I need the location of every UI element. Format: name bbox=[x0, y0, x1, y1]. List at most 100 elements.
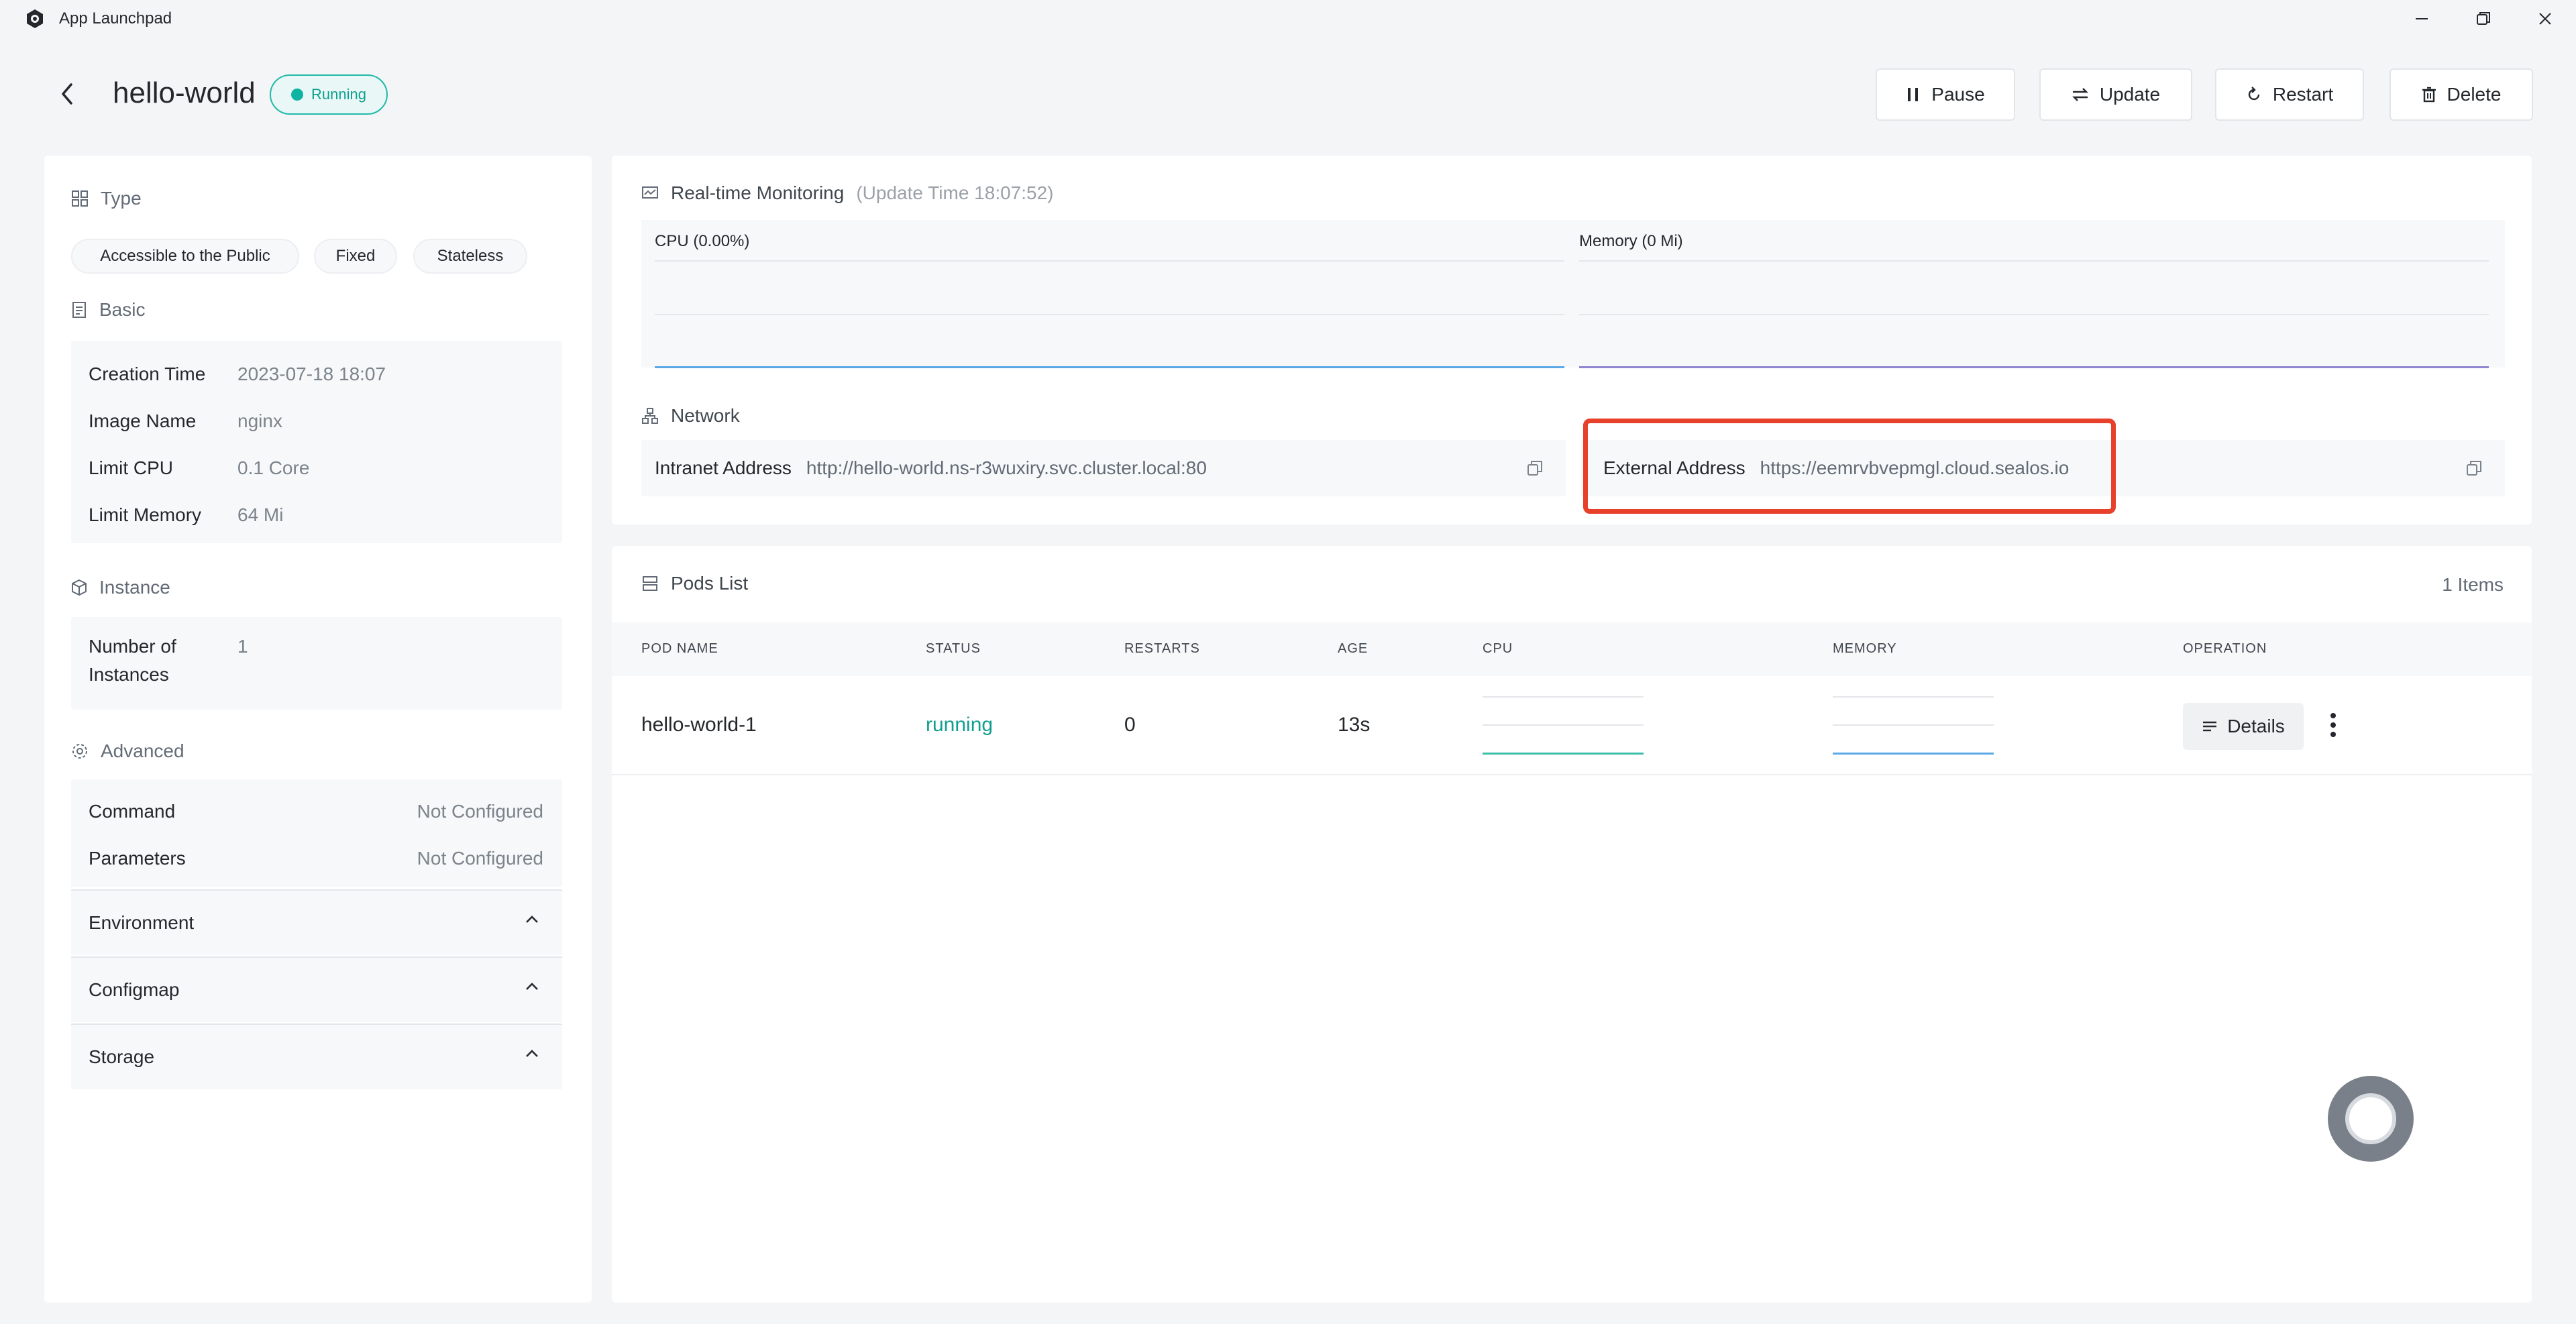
details-lines-icon bbox=[2203, 721, 2217, 732]
col-cpu: CPU bbox=[1483, 641, 1513, 656]
instance-info-box: Number of Instances 1 bbox=[71, 617, 562, 710]
number-of-instances-label-line1: Number of bbox=[89, 636, 176, 657]
pod-restarts-cell: 0 bbox=[1124, 714, 1136, 736]
limit-memory-label: Limit Memory bbox=[89, 504, 202, 525]
gear-icon bbox=[72, 744, 87, 759]
intranet-address-value[interactable]: http://hello-world.ns-r3wuxiry.svc.clust… bbox=[806, 457, 1207, 479]
pod-details-button-label: Details bbox=[2227, 716, 2285, 736]
network-icon bbox=[642, 408, 658, 424]
limit-cpu-value: 0.1 Core bbox=[237, 457, 310, 478]
number-of-instances-value: 1 bbox=[237, 636, 248, 657]
instance-section-title: Instance bbox=[71, 577, 170, 598]
intranet-address-row: Intranet Address http://hello-world.ns-r… bbox=[641, 440, 1566, 496]
col-restarts: RESTARTS bbox=[1124, 641, 1200, 656]
floating-action-button[interactable] bbox=[2328, 1076, 2414, 1162]
copy-icon[interactable] bbox=[1527, 460, 1543, 476]
pods-count: 1 Items bbox=[2442, 574, 2504, 595]
pod-memory-sparkline bbox=[1833, 753, 1994, 755]
minimize-icon bbox=[2416, 18, 2428, 19]
memory-chart-label: Memory (0 Mi) bbox=[1579, 232, 1683, 250]
pause-icon bbox=[1908, 88, 1919, 101]
advanced-title-label: Advanced bbox=[101, 740, 184, 761]
minimize-button[interactable] bbox=[2391, 0, 2453, 38]
app-header: hello-world Running Pause Update Restart… bbox=[0, 64, 2576, 125]
cpu-usage-line bbox=[655, 366, 1564, 368]
image-name-value: nginx bbox=[237, 410, 282, 431]
more-vertical-icon[interactable] bbox=[2329, 712, 2337, 738]
delete-button[interactable]: Delete bbox=[2390, 68, 2533, 121]
parameters-label: Parameters bbox=[89, 848, 186, 869]
pod-status-cell: running bbox=[926, 714, 994, 736]
pods-table-header: POD NAME STATUS RESTARTS AGE CPU MEMORY … bbox=[612, 622, 2532, 676]
copy-icon[interactable] bbox=[2466, 460, 2482, 476]
image-name-label: Image Name bbox=[89, 410, 197, 431]
number-of-instances-label-line2: Instances bbox=[89, 664, 169, 685]
storage-accordion-label: Storage bbox=[89, 1046, 155, 1067]
environment-accordion-label: Environment bbox=[89, 912, 195, 933]
network-title: Network bbox=[671, 405, 740, 426]
type-chip-public: Accessible to the Public bbox=[71, 239, 299, 274]
chevron-up-icon bbox=[526, 916, 538, 923]
restart-button-label: Restart bbox=[2272, 84, 2334, 105]
type-chip-fixed: Fixed bbox=[314, 239, 397, 274]
pause-button[interactable]: Pause bbox=[1876, 68, 2015, 121]
instance-title-label: Instance bbox=[99, 577, 170, 598]
configmap-accordion[interactable]: Configmap bbox=[71, 956, 562, 1022]
pod-details-button[interactable]: Details bbox=[2183, 703, 2304, 750]
pods-section-title: Pods List bbox=[641, 573, 748, 594]
trash-icon bbox=[2422, 87, 2436, 103]
memory-usage-line bbox=[1579, 366, 2489, 368]
window-title: App Launchpad bbox=[59, 9, 172, 27]
limit-cpu-label: Limit CPU bbox=[89, 457, 174, 478]
update-button[interactable]: Update bbox=[2039, 68, 2192, 121]
command-value: Not Configured bbox=[417, 801, 543, 822]
monitor-chart-area: CPU (0.00%) Memory (0 Mi) bbox=[641, 220, 2505, 368]
floating-circle-icon bbox=[2345, 1093, 2396, 1144]
document-icon bbox=[72, 302, 86, 318]
app-launchpad-icon bbox=[27, 9, 43, 28]
type-section-title: Type bbox=[71, 188, 142, 209]
basic-title-label: Basic bbox=[99, 299, 146, 320]
col-memory: MEMORY bbox=[1833, 641, 1897, 656]
cpu-chart-label: CPU (0.00%) bbox=[655, 232, 750, 250]
monitor-icon bbox=[642, 186, 658, 199]
pods-list-panel: Pods List 1 Items POD NAME STATUS RESTAR… bbox=[612, 546, 2532, 1303]
cube-icon bbox=[72, 579, 87, 596]
restart-icon bbox=[2248, 87, 2260, 101]
network-section-title: Network bbox=[641, 405, 740, 427]
advanced-section-title: Advanced bbox=[71, 740, 184, 762]
type-title-label: Type bbox=[101, 188, 142, 209]
maximize-button[interactable] bbox=[2453, 0, 2514, 38]
delete-button-label: Delete bbox=[2447, 84, 2502, 105]
pods-title: Pods List bbox=[671, 573, 749, 594]
col-age: AGE bbox=[1338, 641, 1368, 656]
restart-button[interactable]: Restart bbox=[2215, 68, 2364, 121]
list-icon bbox=[643, 576, 657, 591]
app-details-panel: Type Accessible to the Public Fixed Stat… bbox=[44, 156, 592, 1303]
creation-time-label: Creation Time bbox=[89, 364, 206, 384]
chevron-up-icon bbox=[526, 1050, 538, 1057]
chevron-left-icon bbox=[62, 83, 72, 105]
swap-icon bbox=[2072, 88, 2088, 101]
intranet-address-label: Intranet Address bbox=[655, 457, 792, 478]
creation-time-value: 2023-07-18 18:07 bbox=[237, 364, 386, 384]
close-window-button[interactable] bbox=[2514, 0, 2576, 38]
status-badge-label: Running bbox=[311, 86, 366, 103]
back-button[interactable] bbox=[54, 80, 80, 107]
storage-accordion[interactable]: Storage bbox=[71, 1024, 562, 1089]
pod-age-cell: 13s bbox=[1338, 714, 1371, 736]
monitoring-panel: Real-time Monitoring (Update Time 18:07:… bbox=[612, 156, 2532, 525]
pod-name-cell: hello-world-1 bbox=[641, 714, 757, 736]
restore-icon bbox=[2477, 12, 2490, 25]
col-status: STATUS bbox=[926, 641, 981, 656]
basic-info-box: Creation Time 2023-07-18 18:07 Image Nam… bbox=[71, 341, 562, 543]
monitoring-section-title: Real-time Monitoring (Update Time 18:07:… bbox=[641, 182, 1054, 204]
status-dot-icon bbox=[291, 89, 304, 101]
grid-icon bbox=[72, 190, 88, 207]
configmap-accordion-label: Configmap bbox=[89, 979, 180, 1000]
title-bar: App Launchpad bbox=[0, 0, 2576, 38]
col-operation: OPERATION bbox=[2183, 641, 2267, 656]
pod-cpu-sparkline bbox=[1483, 753, 1644, 755]
monitoring-update-time: (Update Time 18:07:52) bbox=[856, 182, 1054, 203]
environment-accordion[interactable]: Environment bbox=[71, 889, 562, 955]
